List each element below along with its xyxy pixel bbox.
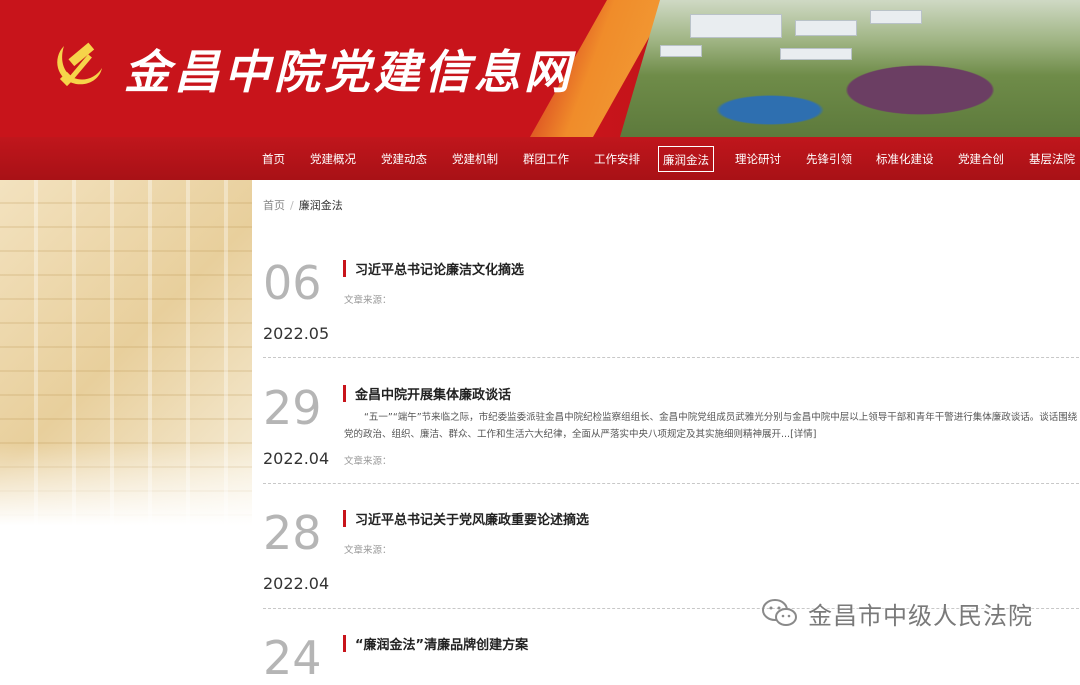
article-year-month: 2022.04	[263, 449, 330, 468]
nav-item-mass-org[interactable]: 群团工作	[523, 146, 569, 172]
details-link[interactable]: [详情]	[790, 429, 816, 440]
article-source: 文章来源：	[344, 456, 392, 467]
nav-item-integrity[interactable]: 廉润金法	[658, 146, 714, 172]
watermark-text: 金昌市中级人民法院	[808, 602, 1033, 630]
nav-item-news[interactable]: 党建动态	[381, 146, 427, 172]
article-source: 文章来源：	[344, 545, 392, 556]
breadcrumb: 首页 / 廉润金法	[263, 197, 343, 213]
breadcrumb-separator: /	[290, 199, 294, 212]
list-divider	[263, 483, 1079, 484]
article-day: 24	[263, 631, 322, 685]
article-title[interactable]: 习近平总书记关于党风廉政重要论述摘选	[355, 509, 589, 528]
nav-item-home[interactable]: 首页	[262, 146, 285, 172]
article-day: 06	[263, 256, 322, 310]
site-title: 金昌中院党建信息网	[124, 45, 574, 99]
nav-item-standardization[interactable]: 标准化建设	[876, 146, 934, 172]
article-summary-text: “五一”“端午”节来临之际，市纪委监委派驻金昌中院纪检监察组组长、金昌中院党组成…	[344, 412, 1078, 440]
list-divider	[263, 357, 1079, 358]
title-marker	[343, 385, 346, 402]
nav-item-mechanism[interactable]: 党建机制	[452, 146, 498, 172]
article-year-month: 2022.04	[263, 574, 330, 593]
title-marker	[343, 510, 346, 527]
site-header: 金昌中院党建信息网	[0, 0, 1080, 137]
article-title[interactable]: 习近平总书记论廉洁文化摘选	[355, 259, 524, 278]
nav-item-overview[interactable]: 党建概况	[310, 146, 356, 172]
party-emblem-icon	[57, 42, 102, 87]
title-marker	[343, 635, 346, 652]
article-title[interactable]: “廉润金法”清廉品牌创建方案	[355, 634, 528, 653]
article-title[interactable]: 金昌中院开展集体廉政谈话	[355, 384, 511, 403]
breadcrumb-home[interactable]: 首页	[263, 199, 285, 212]
nav-item-co-build[interactable]: 党建合创	[958, 146, 1004, 172]
article-day: 28	[263, 506, 322, 560]
nav-item-theory[interactable]: 理论研讨	[735, 146, 781, 172]
campus-aerial-photo	[620, 0, 1080, 137]
sidebar-building-image	[0, 180, 252, 660]
article-year-month: 2022.05	[263, 324, 330, 343]
title-marker	[343, 260, 346, 277]
article-source: 文章来源：	[344, 295, 392, 306]
main-nav: 首页 党建概况 党建动态 党建机制 群团工作 工作安排 廉润金法 理论研讨 先锋…	[0, 137, 1080, 180]
breadcrumb-current: 廉润金法	[298, 199, 343, 212]
nav-item-work-plan[interactable]: 工作安排	[594, 146, 640, 172]
nav-item-grassroots-courts[interactable]: 基层法院	[1029, 146, 1075, 172]
article-day: 29	[263, 381, 322, 435]
article-summary: “五一”“端午”节来临之际，市纪委监委派驻金昌中院纪检监察组组长、金昌中院党组成…	[344, 409, 1079, 443]
wechat-icon	[762, 599, 797, 626]
nav-item-pioneer[interactable]: 先锋引领	[806, 146, 852, 172]
